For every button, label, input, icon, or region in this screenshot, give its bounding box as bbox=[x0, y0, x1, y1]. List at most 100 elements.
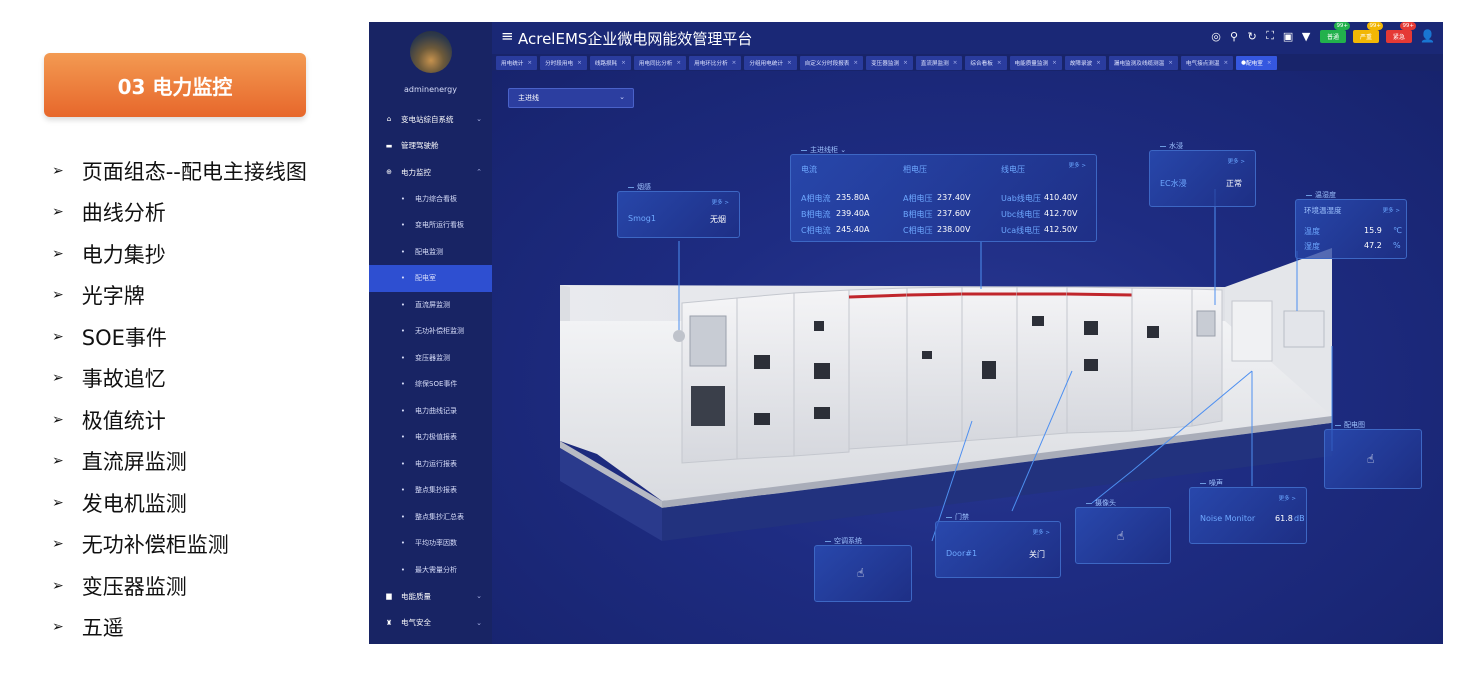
env-label: 湿度 bbox=[1304, 242, 1320, 251]
close-icon[interactable]: × bbox=[787, 60, 792, 66]
chevron-down-icon: ⌄ bbox=[619, 93, 625, 101]
tab[interactable]: 电能质量监测 × bbox=[1009, 55, 1062, 70]
tab[interactable]: 用电同比分析 × bbox=[633, 55, 687, 70]
bullet-icon: • bbox=[400, 247, 406, 256]
sidebar-item-label: 电力运行报表 bbox=[415, 459, 457, 468]
sidebar-item[interactable]: • 变压器监测 bbox=[369, 345, 492, 372]
panel-temp-more[interactable]: 更多 > bbox=[1383, 206, 1400, 214]
tab[interactable]: 故障录波 × bbox=[1064, 55, 1106, 70]
sidebar-item[interactable]: • 配电监测 bbox=[369, 239, 492, 266]
panel-main-more[interactable]: 更多 > bbox=[1069, 161, 1086, 169]
feature-item: ➢ 直流屏监测 bbox=[52, 441, 307, 483]
reading-label: Uab线电压 bbox=[1001, 194, 1041, 203]
search-icon[interactable]: ⚲ bbox=[1227, 28, 1241, 44]
sidebar-item[interactable]: ⌂ 变电站综自系统 ⌄ bbox=[369, 106, 492, 133]
help-icon[interactable]: ◎ bbox=[1209, 28, 1223, 44]
close-icon[interactable]: × bbox=[577, 60, 582, 66]
tab[interactable]: 综合看板 × bbox=[965, 55, 1007, 70]
tab-label: 用电环比分析 bbox=[694, 60, 728, 67]
col-current: 电流 bbox=[801, 165, 817, 174]
tab[interactable]: 自定义分时段报表 × bbox=[799, 55, 864, 70]
hand-pointer-icon[interactable]: ☝ bbox=[857, 566, 864, 580]
alarm-badge[interactable]: 严重 99+ bbox=[1353, 22, 1384, 43]
panel-camera-title: 摄像头 bbox=[1086, 498, 1116, 508]
menu-toggle-icon[interactable]: ≡ bbox=[501, 27, 514, 45]
bullet-icon: • bbox=[400, 433, 406, 442]
refresh-icon[interactable]: ↻ bbox=[1245, 28, 1259, 44]
panel-ac[interactable]: 空调系统 ☝ bbox=[814, 537, 912, 602]
hand-pointer-icon[interactable]: ☝ bbox=[1117, 529, 1124, 543]
panel-distribution[interactable]: 配电图 ☝ bbox=[1324, 421, 1422, 489]
sidebar-item-label: 配电室 bbox=[415, 274, 436, 283]
close-icon[interactable]: × bbox=[676, 60, 681, 66]
close-icon[interactable]: × bbox=[732, 60, 737, 66]
feeder-select[interactable]: 主进线 ⌄ bbox=[508, 88, 634, 108]
panel-water[interactable]: 水浸 更多 > EC水浸 正常 bbox=[1149, 142, 1256, 207]
tab[interactable]: 变压器监测 × bbox=[866, 55, 913, 70]
panel-noise-more[interactable]: 更多 > bbox=[1279, 494, 1296, 502]
close-icon[interactable]: × bbox=[903, 60, 908, 66]
sidebar-item[interactable]: • 电力运行报表 bbox=[369, 451, 492, 478]
panel-water-more[interactable]: 更多 > bbox=[1228, 157, 1245, 165]
alarm-badge[interactable]: 紧急 99+ bbox=[1386, 22, 1417, 43]
panel-door[interactable]: 门禁 更多 > Door#1 关门 bbox=[935, 513, 1061, 578]
sidebar-item[interactable]: • 电力综合看板 bbox=[369, 186, 492, 213]
panel-door-more[interactable]: 更多 > bbox=[1033, 528, 1050, 536]
fullscreen-icon[interactable]: ⛶ bbox=[1263, 28, 1277, 44]
sidebar-item[interactable]: • 电力极值报表 bbox=[369, 424, 492, 451]
sidebar-item[interactable]: • 配电室 bbox=[369, 265, 492, 292]
panel-noise[interactable]: 噪声 更多 > Noise Monitor 61.8 dB bbox=[1189, 479, 1307, 544]
close-icon[interactable]: × bbox=[1052, 60, 1057, 66]
shirt-icon[interactable]: ▼ bbox=[1299, 28, 1313, 44]
sidebar-item[interactable]: • 平均功率因数 bbox=[369, 530, 492, 557]
close-icon[interactable]: × bbox=[953, 60, 958, 66]
tab-label: 电气接点测温 bbox=[1185, 60, 1220, 67]
avatar[interactable] bbox=[410, 31, 452, 73]
sidebar-item[interactable]: • 整点集抄汇总表 bbox=[369, 504, 492, 531]
tab[interactable]: 线路损耗 × bbox=[589, 55, 631, 70]
close-icon[interactable]: × bbox=[853, 60, 858, 66]
hand-pointer-icon[interactable]: ☝ bbox=[1367, 452, 1374, 466]
tab[interactable]: 直流屏监测 × bbox=[915, 55, 963, 70]
sidebar-item[interactable]: ⊕ 电力监控 ⌃ bbox=[369, 159, 492, 186]
sidebar-item[interactable]: • 无功补偿柜监测 bbox=[369, 318, 492, 345]
sidebar-item[interactable]: • 最大需量分析 bbox=[369, 557, 492, 584]
sidebar-item[interactable]: • 变电所运行看板 bbox=[369, 212, 492, 239]
panel-smoke[interactable]: 烟感 更多 > Smog1 无烟 bbox=[617, 183, 740, 238]
feature-item: ➢ 变压器监测 bbox=[52, 565, 307, 607]
panel-camera[interactable]: 摄像头 ☝ bbox=[1075, 499, 1171, 564]
sidebar-item[interactable]: ▆ 电能质量 ⌄ bbox=[369, 583, 492, 610]
toolbar: ◎ ⚲ ↻ ⛶ ▣ ▼ 普通 99+ 严重 99+ 紧急 99+ 👤 bbox=[1209, 22, 1435, 44]
sidebar-item-label: 电力曲线记录 bbox=[415, 406, 457, 415]
close-icon[interactable]: × bbox=[1267, 60, 1272, 66]
tab[interactable]: 漏电监测及线缆测温 × bbox=[1108, 55, 1178, 70]
sidebar-item[interactable]: • 综保SOE事件 bbox=[369, 371, 492, 398]
close-icon[interactable]: × bbox=[997, 60, 1002, 66]
close-icon[interactable]: × bbox=[527, 60, 532, 66]
screen-icon[interactable]: ▣ bbox=[1281, 28, 1295, 44]
close-icon[interactable]: × bbox=[1096, 60, 1101, 66]
panel-temp-humidity[interactable]: 温湿度 环境温湿度 更多 > 温度 15.9 ℃ 湿度 47.2% bbox=[1295, 191, 1407, 259]
sidebar-item[interactable]: ♜ 电气安全 ⌄ bbox=[369, 610, 492, 637]
close-icon[interactable]: × bbox=[1168, 60, 1173, 66]
panel-smoke-more[interactable]: 更多 > bbox=[712, 198, 729, 206]
env-value: 47.2 bbox=[1364, 241, 1382, 250]
tab[interactable]: 用电环比分析 × bbox=[689, 55, 742, 70]
sidebar-item[interactable]: • 电力曲线记录 bbox=[369, 398, 492, 425]
close-icon[interactable]: × bbox=[1223, 60, 1228, 66]
sidebar-item[interactable]: • 整点集抄报表 bbox=[369, 477, 492, 504]
tab[interactable]: 分组用电统计 × bbox=[744, 55, 797, 70]
tab[interactable]: ● 配电室 × bbox=[1236, 55, 1277, 70]
close-icon[interactable]: × bbox=[621, 60, 626, 66]
tab[interactable]: 电气接点测温 × bbox=[1180, 55, 1234, 70]
sidebar-item[interactable]: ▬ 管理驾驶舱 bbox=[369, 133, 492, 160]
tab[interactable]: 分时段用电 × bbox=[540, 55, 587, 70]
sidebar-item[interactable]: • 直流屏监测 bbox=[369, 292, 492, 319]
alarm-badge[interactable]: 普通 99+ bbox=[1320, 22, 1351, 43]
arrow-bullet-icon: ➢ bbox=[52, 494, 64, 511]
panel-main-incoming[interactable]: 主进线柜 ⌄ 更多 > 电流 相电压 线电压 A相电流 235.80A A相电压 23… bbox=[790, 146, 1097, 242]
tab[interactable]: 用电统计 × bbox=[496, 55, 538, 70]
section-badge: 03 电力监控 bbox=[44, 53, 306, 117]
env-unit: % bbox=[1393, 241, 1401, 250]
user-icon[interactable]: 👤 bbox=[1420, 29, 1435, 43]
